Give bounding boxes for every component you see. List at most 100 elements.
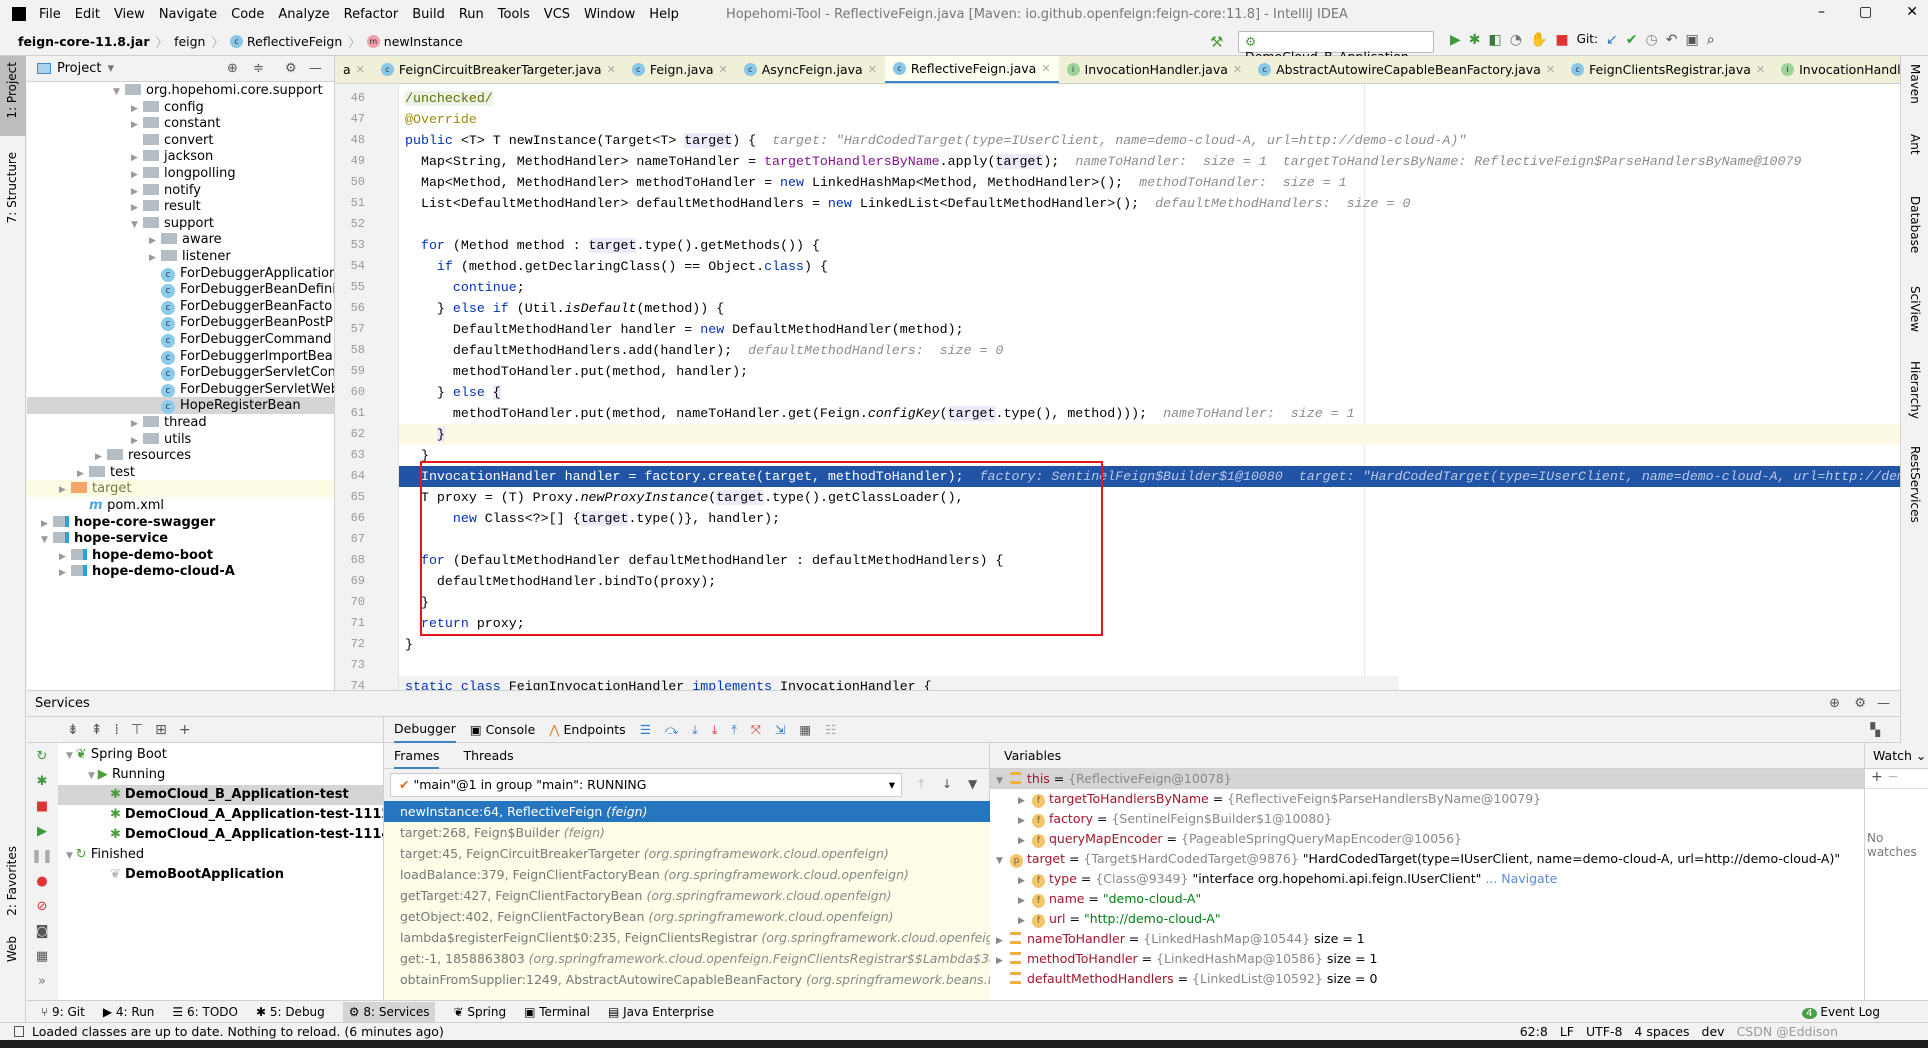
line-number[interactable]: 69 (335, 571, 365, 592)
layout-icon[interactable]: ▚ (1870, 722, 1880, 737)
project-tree-item[interactable]: ▶ listener (27, 248, 334, 265)
breadcrumb-package[interactable]: feign (174, 34, 205, 49)
code-line[interactable]: if (method.getDeclaringClass() == Object… (399, 256, 1900, 277)
tab-feign[interactable]: c Feign.java ✕ (624, 56, 736, 83)
git-update-icon[interactable]: ↙ (1606, 32, 1618, 48)
project-tree-item[interactable]: c ForDebuggerApplication (27, 265, 334, 282)
menu-vcs[interactable]: VCS (537, 7, 577, 22)
line-number[interactable]: 65 (335, 487, 365, 508)
step-into-icon[interactable]: ⤓ (692, 722, 698, 738)
tool-window-git[interactable]: ⑂ 9: Git (41, 1005, 85, 1019)
project-tree-item[interactable]: ▶ jackson (27, 148, 334, 165)
tab-reflectivefeign[interactable]: c ReflectiveFeign.java ✕ (884, 56, 1059, 83)
service-item[interactable]: ▼ ↻ Finished (58, 845, 383, 865)
filter-icon[interactable]: ⊤ (131, 722, 143, 738)
expanded-arrow-icon[interactable]: ▼ (996, 851, 1010, 871)
service-item[interactable]: ▼ ❦ Spring Boot (58, 745, 383, 765)
menu-code[interactable]: Code (224, 7, 271, 22)
line-number[interactable]: 74 (335, 676, 365, 690)
collapse-all-icon[interactable]: ⇞ (91, 722, 103, 738)
code-line[interactable]: for (Method method : target.type().getMe… (399, 235, 1900, 256)
stack-frame[interactable]: getTarget:427, FeignClientFactoryBean (o… (384, 885, 991, 906)
execution-line[interactable]: InvocationHandler handler = factory.crea… (399, 466, 1900, 487)
add-service-icon[interactable]: + (179, 722, 191, 738)
camera-icon[interactable]: ◙ (36, 924, 49, 939)
project-view-select[interactable]: Project (57, 61, 101, 76)
tab-frames[interactable]: Frames (394, 743, 440, 769)
run-to-cursor-icon[interactable]: ⇲ (775, 722, 785, 737)
step-out-icon[interactable]: ⤒ (731, 722, 737, 738)
tool-window-java-enterprise[interactable]: ▤ Java Enterprise (608, 1005, 714, 1019)
pause-icon[interactable]: ❚❚ (31, 849, 53, 864)
variable-row[interactable]: ▶ f factory = {SentinelFeign$Builder$1@100… (990, 809, 1864, 829)
code-line[interactable] (399, 655, 1900, 676)
run-icon[interactable]: ▶ (1450, 32, 1461, 48)
line-number[interactable]: 59 (335, 361, 365, 382)
history-icon[interactable]: ◷ (1646, 32, 1658, 48)
service-item[interactable]: ✱DemoCloud_A_Application-test-1114 :111 (58, 825, 383, 845)
project-tree-item[interactable]: m pom.xml (27, 497, 334, 514)
menu-run[interactable]: Run (452, 7, 491, 22)
line-number[interactable]: 60 (335, 382, 365, 403)
expanded-arrow-icon[interactable]: ▼ (66, 851, 76, 861)
code-line[interactable]: for (DefaultMethodHandler defaultMethodH… (399, 550, 1900, 571)
menu-window[interactable]: Window (577, 7, 642, 22)
close-tab-icon[interactable]: ✕ (868, 63, 877, 76)
line-number[interactable]: 64 (335, 466, 365, 487)
collapsed-arrow-icon[interactable]: ▶ (1018, 871, 1032, 891)
menu-refactor[interactable]: Refactor (337, 7, 406, 22)
line-number[interactable]: 62 (335, 424, 365, 445)
restservices-tool-button[interactable]: RestServices (1908, 446, 1922, 523)
project-tree-item[interactable]: c ForDebuggerCommand (27, 331, 334, 348)
code-line[interactable]: List<DefaultMethodHandler> defaultMethod… (399, 193, 1900, 214)
line-number[interactable]: 48 (335, 130, 365, 151)
stack-frame[interactable]: obtainFromSupplier:1249, AbstractAutowir… (384, 969, 991, 990)
code-line[interactable]: Map<Method, MethodHandler> methodToHandl… (399, 172, 1900, 193)
tool-window-services[interactable]: ⚙ 8: Services (342, 1001, 436, 1022)
project-tree-item[interactable]: ▼ org.hopehomi.core.support (27, 82, 334, 99)
menu-analyze[interactable]: Analyze (271, 7, 336, 22)
project-tree-item[interactable]: c ForDebuggerBeanDefini (27, 281, 334, 299)
group-icon[interactable]: ⁞ (114, 722, 118, 738)
menu-help[interactable]: Help (642, 7, 686, 22)
filter-icon[interactable]: ▼ (968, 777, 977, 791)
project-tree-item[interactable]: ▶ hope-core-swagger (27, 514, 334, 531)
variable-row[interactable]: ▶ nameToHandler = {LinkedHashMap@10544} s… (990, 929, 1864, 949)
rollback-icon[interactable]: ↶ (1666, 32, 1678, 48)
event-log-button[interactable]: 4 Event Log (1802, 1005, 1880, 1019)
collapsed-arrow-icon[interactable]: ▶ (1018, 811, 1032, 831)
code-line[interactable]: new Class<?>[] {target.type()}, handler)… (399, 508, 1900, 529)
tab-invocationhandler[interactable]: i InvocationHandler.java ✕ (1059, 56, 1251, 83)
close-tab-icon[interactable]: ✕ (1041, 62, 1050, 75)
line-number[interactable]: 72 (335, 634, 365, 655)
stack-frame[interactable]: getObject:402, FeignClientFactoryBean (o… (384, 906, 991, 927)
project-tree-item[interactable]: c ForDebuggerImportBea (27, 348, 334, 365)
line-separator[interactable]: LF (1560, 1024, 1574, 1039)
show-execution-point-icon[interactable]: ☰ (640, 722, 651, 737)
breadcrumb-method[interactable]: m newInstance (366, 34, 463, 49)
stop-icon[interactable]: ■ (1555, 32, 1568, 48)
expand-all-icon[interactable]: ⇟ (67, 722, 79, 738)
line-number[interactable]: 54 (335, 256, 365, 277)
locate-icon[interactable]: ⊕ (227, 61, 238, 76)
drop-frame-icon[interactable]: ⤧ (751, 722, 761, 738)
expanded-arrow-icon[interactable]: ▼ (66, 751, 76, 761)
line-number[interactable]: 67 (335, 529, 365, 550)
project-tree-item[interactable]: convert (27, 132, 334, 149)
variable-row[interactable]: defaultMethodHandlers = {LinkedList@1059… (990, 969, 1864, 989)
line-number[interactable]: 68 (335, 550, 365, 571)
search-icon[interactable]: ⌕ (1707, 32, 1715, 48)
project-tree-item[interactable]: c ForDebuggerServletWeb (27, 381, 334, 398)
collapsed-arrow-icon[interactable]: ▶ (1018, 831, 1032, 851)
code-line[interactable]: public <T> T newInstance(Target<T> targe… (399, 130, 1900, 151)
favorites-tool-button[interactable]: 2: Favorites (5, 846, 19, 916)
ant-tool-button[interactable]: Ant (1908, 134, 1922, 155)
project-tree-item[interactable]: c ForDebuggerBeanFacto (27, 298, 334, 315)
more-icon[interactable]: » (38, 974, 46, 989)
database-tool-button[interactable]: Database (1908, 196, 1922, 253)
maven-tool-button[interactable]: Maven (1908, 64, 1922, 104)
collapsed-arrow-icon[interactable]: ▶ (1018, 911, 1032, 931)
line-number[interactable]: 58 (335, 340, 365, 361)
stop-icon[interactable]: ■ (36, 799, 48, 814)
close-tab-icon[interactable]: ✕ (719, 63, 728, 76)
